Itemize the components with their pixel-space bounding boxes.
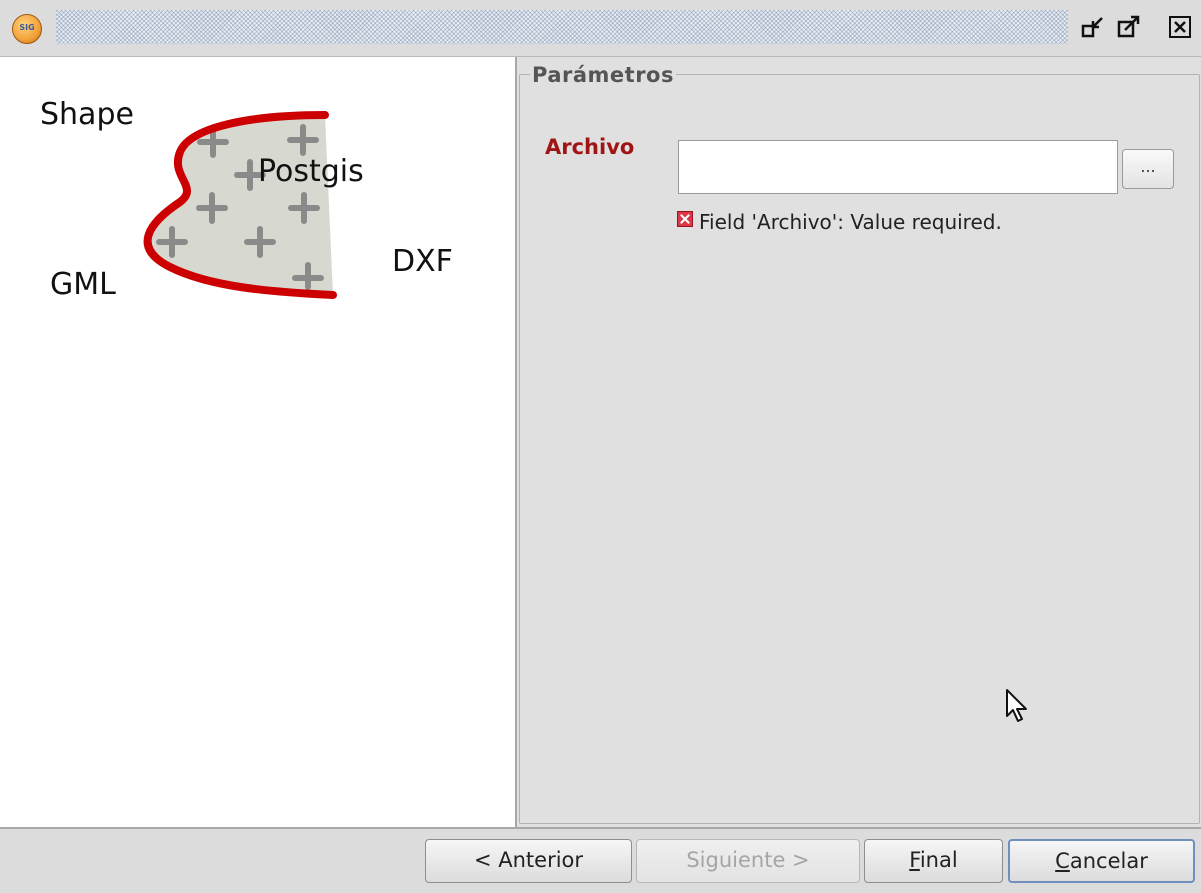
gml-label: GML — [50, 267, 116, 302]
wizard-image-panel: Shape Postgis GML DXF — [0, 57, 513, 827]
cancel-button[interactable]: Cancelar — [1008, 839, 1195, 883]
app-icon-text: SIG — [19, 23, 35, 32]
validation-message: Field 'Archivo': Value required. — [677, 210, 1002, 234]
next-button[interactable]: Siguiente > — [636, 839, 860, 883]
dxf-label: DXF — [392, 244, 453, 279]
validation-text: Field 'Archivo': Value required. — [699, 210, 1002, 234]
formats-illustration — [143, 111, 337, 299]
shape-label: Shape — [40, 97, 134, 132]
app-icon: SIG — [12, 14, 42, 44]
archivo-input[interactable] — [678, 140, 1118, 194]
archivo-label: Archivo — [545, 135, 635, 159]
previous-button[interactable]: < Anterior — [425, 839, 632, 883]
restore-icon[interactable] — [1080, 14, 1106, 40]
error-icon — [677, 211, 693, 227]
parameters-legend: Parámetros — [530, 63, 676, 87]
title-bar-drag-area[interactable] — [56, 10, 1068, 44]
title-bar[interactable]: SIG — [0, 0, 1201, 57]
close-icon[interactable] — [1167, 14, 1193, 40]
mouse-cursor-icon — [1005, 688, 1031, 728]
postgis-label: Postgis — [258, 154, 364, 189]
finish-mnemonic: F — [909, 848, 920, 872]
browse-button[interactable]: ... — [1122, 149, 1174, 189]
parameters-groupbox: Parámetros Archivo ... Field 'Archivo': … — [519, 63, 1200, 824]
wizard-button-bar: < Anterior Siguiente > Final Cancelar — [0, 827, 1201, 893]
finish-button[interactable]: Final — [864, 839, 1003, 883]
finish-label: inal — [919, 848, 958, 872]
cancel-mnemonic: C — [1055, 849, 1070, 873]
parameters-panel: Parámetros Archivo ... Field 'Archivo': … — [515, 57, 1201, 827]
cancel-label: ancelar — [1069, 849, 1148, 873]
maximize-icon[interactable] — [1116, 14, 1142, 40]
